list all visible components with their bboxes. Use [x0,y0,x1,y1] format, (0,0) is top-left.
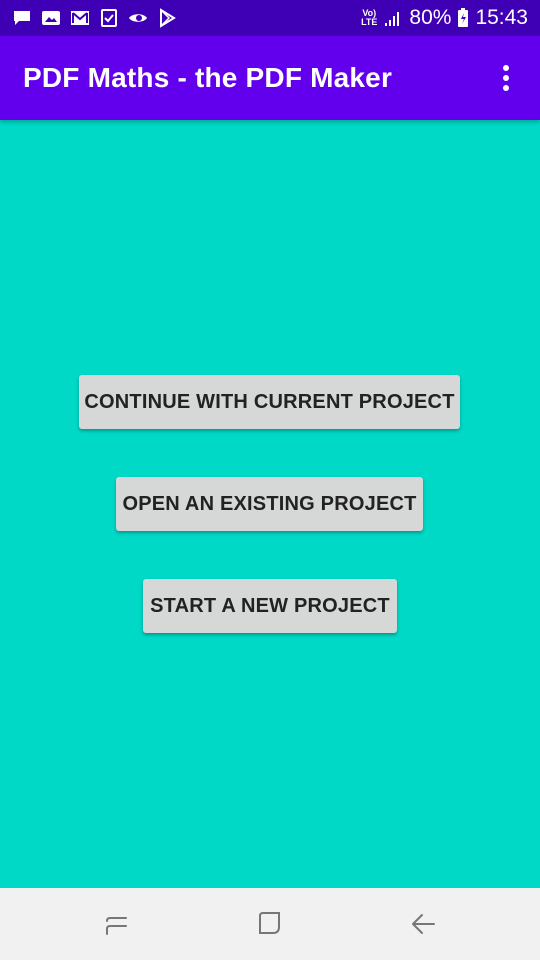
checkbox-icon [99,8,119,28]
status-bar: Vo) LTE 80% 15:43 [0,0,540,36]
battery-percent: 80% [409,6,452,29]
new-project-button[interactable]: START A NEW PROJECT [143,579,397,633]
back-button[interactable] [383,894,463,954]
recents-icon [105,917,127,935]
image-notification-icon [41,8,61,28]
app-title: PDF Maths - the PDF Maker [23,62,393,93]
main-content: CONTINUE WITH CURRENT PROJECT OPEN AN EX… [0,120,540,888]
battery-charging-icon [457,8,469,28]
volte-indicator: Vo) LTE [361,9,377,27]
message-icon [12,8,32,28]
more-vert-icon [503,65,509,91]
home-icon [258,912,280,934]
system-status: Vo) LTE 80% 15:43 [361,6,528,30]
gmail-icon [70,8,90,28]
open-project-button[interactable]: OPEN AN EXISTING PROJECT [116,477,423,531]
overflow-menu-button[interactable] [488,54,524,102]
eye-icon [128,8,148,28]
recents-button[interactable] [77,894,157,954]
back-icon [412,914,436,934]
home-button[interactable] [230,894,310,954]
continue-project-button[interactable]: CONTINUE WITH CURRENT PROJECT [79,375,460,429]
navigation-bar [0,888,540,960]
notification-icons [12,8,177,28]
volte-label-bottom: LTE [361,17,378,27]
signal-icon [383,8,403,28]
app-bar: PDF Maths - the PDF Maker [0,36,540,120]
play-store-icon [157,8,177,28]
clock: 15:43 [475,6,528,29]
